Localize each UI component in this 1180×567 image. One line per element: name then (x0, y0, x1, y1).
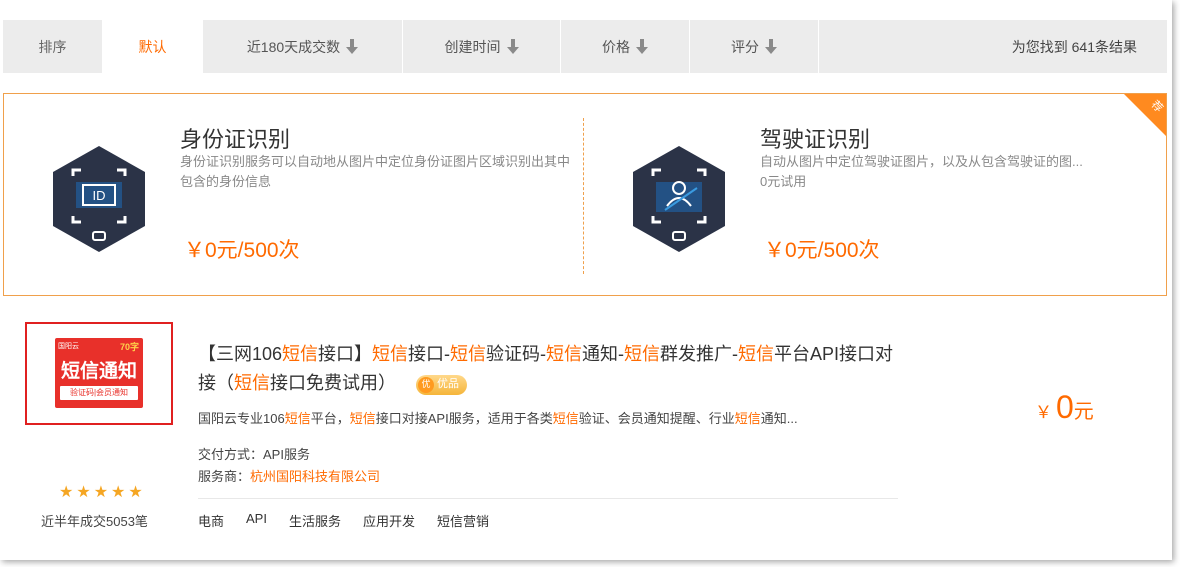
featured-desc-trial: 0元试用 (760, 174, 807, 189)
price-unit: 元 (1073, 401, 1094, 423)
provider-label: 服务商： (198, 469, 251, 484)
sort-price-button[interactable]: 价格 (561, 20, 690, 73)
tag-link[interactable]: API (246, 511, 267, 530)
driver-license-icon (633, 146, 725, 252)
thumb-sub-text: 验证码|会员通知 (60, 386, 138, 400)
keyword-highlight: 短信 (734, 411, 761, 426)
text-segment: 接口】 (318, 344, 373, 364)
featured-panel: 荐 ID 身份证识别 身份证识别服务可以自动地从图片中定位身份证图片区域识别出其… (3, 93, 1167, 296)
arrow-down-icon (506, 38, 519, 55)
thumb-badge: 70字 (119, 342, 139, 352)
text-segment: 群发推广- (660, 344, 739, 364)
id-card-icon: ID (53, 146, 145, 252)
featured-item-id-card[interactable]: ID 身份证识别 身份证识别服务可以自动地从图片中定位身份证图片区域识别出其中包… (4, 94, 583, 295)
arrow-down-icon (346, 38, 359, 55)
thumb-main-text: 短信通知 (60, 361, 137, 382)
text-segment: 国阳云专业106 (198, 411, 285, 426)
text-segment: 通知... (760, 411, 798, 426)
tag-link[interactable]: 应用开发 (363, 511, 415, 530)
star-icon: ★ (128, 484, 143, 501)
star-icon: ★ (59, 484, 74, 501)
product-card: 国阳云 70字 短信通知 验证码|会员通知 ★ ★ ★ ★ ★ 近半年成交5053笔 【… (3, 307, 1167, 557)
product-thumbnail[interactable]: 国阳云 70字 短信通知 验证码|会员通知 (25, 322, 173, 425)
product-image: 国阳云 70字 短信通知 验证码|会员通知 (55, 338, 143, 408)
keyword-highlight: 短信 (552, 411, 579, 426)
text-segment: 接口- (408, 344, 451, 364)
sort-label: 排序 (3, 20, 103, 73)
sort-rating-button[interactable]: 评分 (690, 20, 819, 73)
delivery-value: API服务 (263, 447, 310, 462)
keyword-highlight: 短信 (372, 344, 409, 364)
tags-divider (198, 498, 898, 499)
delivery-label: 交付方式： (198, 447, 264, 462)
deal-count: 近半年成交5053笔 (41, 514, 148, 529)
sort-created-button[interactable]: 创建时间 (403, 20, 561, 73)
keyword-highlight: 短信 (282, 344, 319, 364)
sort-sales-label: 近180天成交数 (246, 38, 341, 55)
tag-link[interactable]: 短信营销 (437, 511, 489, 530)
featured-price: ￥0元/500次 (764, 239, 880, 262)
star-icon: ★ (111, 484, 126, 501)
text-segment: 接口对接API服务，适用于各类 (375, 411, 553, 426)
keyword-highlight: 短信 (546, 344, 583, 364)
featured-desc-line: 自动从图片中定位驾驶证图片，以及从包含驾驶证的图... (760, 154, 1083, 169)
keyword-highlight: 短信 (349, 411, 376, 426)
sort-default-label: 默认 (138, 38, 167, 55)
premium-badge-label: 优品 (437, 378, 459, 390)
text-segment: 验证码- (486, 344, 547, 364)
sort-bar: 排序 默认 近180天成交数 创建时间 价格 评分 为您找到 641条结果 (3, 20, 1167, 73)
keyword-highlight: 短信 (450, 344, 487, 364)
sort-rating-label: 评分 (731, 38, 759, 55)
svg-text:ID: ID (93, 188, 106, 203)
arrow-down-icon (765, 38, 777, 55)
thumb-brand: 国阳云 (58, 343, 79, 350)
sort-price-label: 价格 (602, 38, 630, 55)
text-segment: 接口免费试用） (270, 373, 396, 393)
product-price: ￥ 0 元 (1035, 389, 1094, 426)
product-description: 国阳云专业106短信平台，短信接口对接API服务，适用于各类短信验证、会员通知提… (198, 408, 898, 427)
provider-link[interactable]: 杭州国阳科技有限公司 (250, 469, 380, 484)
featured-title[interactable]: 身份证识别 (180, 122, 290, 154)
delivery-method: 交付方式：API服务 (198, 444, 310, 463)
keyword-highlight: 短信 (234, 373, 270, 393)
keyword-highlight: 短信 (738, 344, 775, 364)
service-provider: 服务商：杭州国阳科技有限公司 (198, 466, 380, 485)
page-frame: 排序 默认 近180天成交数 创建时间 价格 评分 为您找到 641条结果 荐 (0, 0, 1172, 560)
featured-price: ￥0元/500次 (184, 239, 300, 262)
price-value: 0 (1056, 389, 1074, 425)
tag-link[interactable]: 电商 (198, 511, 224, 530)
text-segment: 平台， (310, 411, 350, 426)
featured-item-driver-license[interactable]: 驾驶证识别 自动从图片中定位驾驶证图片，以及从包含驾驶证的图... 0元试用 ￥… (584, 94, 1164, 295)
product-title[interactable]: 【三网106短信接口】短信接口-短信验证码-短信通知-短信群发推广-短信平台AP… (198, 340, 898, 398)
sort-created-label: 创建时间 (444, 38, 501, 55)
featured-title[interactable]: 驾驶证识别 (760, 122, 870, 154)
featured-desc: 自动从图片中定位驾驶证图片，以及从包含驾驶证的图... 0元试用 (760, 152, 1150, 192)
premium-badge: 优优品 (416, 374, 467, 395)
text-segment: 【三网106 (198, 344, 283, 364)
premium-badge-icon: 优 (418, 376, 434, 393)
featured-desc: 身份证识别服务可以自动地从图片中定位身份证图片区域识别出其中包含的身份信息 (180, 154, 571, 189)
result-count: 为您找到 641条结果 (1011, 38, 1137, 55)
star-icon: ★ (93, 484, 109, 501)
tag-link[interactable]: 生活服务 (289, 511, 341, 530)
keyword-highlight: 短信 (624, 344, 661, 364)
keyword-highlight: 短信 (284, 411, 311, 426)
text-segment: 通知- (582, 344, 625, 364)
star-icon: ★ (76, 484, 91, 501)
sort-default-button[interactable]: 默认 (103, 20, 203, 73)
text-segment: 验证、会员通知提醒、行业 (578, 411, 735, 426)
product-tags: 电商 API 生活服务 应用开发 短信营销 (198, 511, 511, 530)
price-symbol: ￥ (1035, 403, 1052, 422)
sort-sales-button[interactable]: 近180天成交数 (203, 20, 403, 73)
rating-stars: ★ ★ ★ ★ ★ (59, 482, 143, 502)
arrow-down-icon (636, 38, 648, 55)
